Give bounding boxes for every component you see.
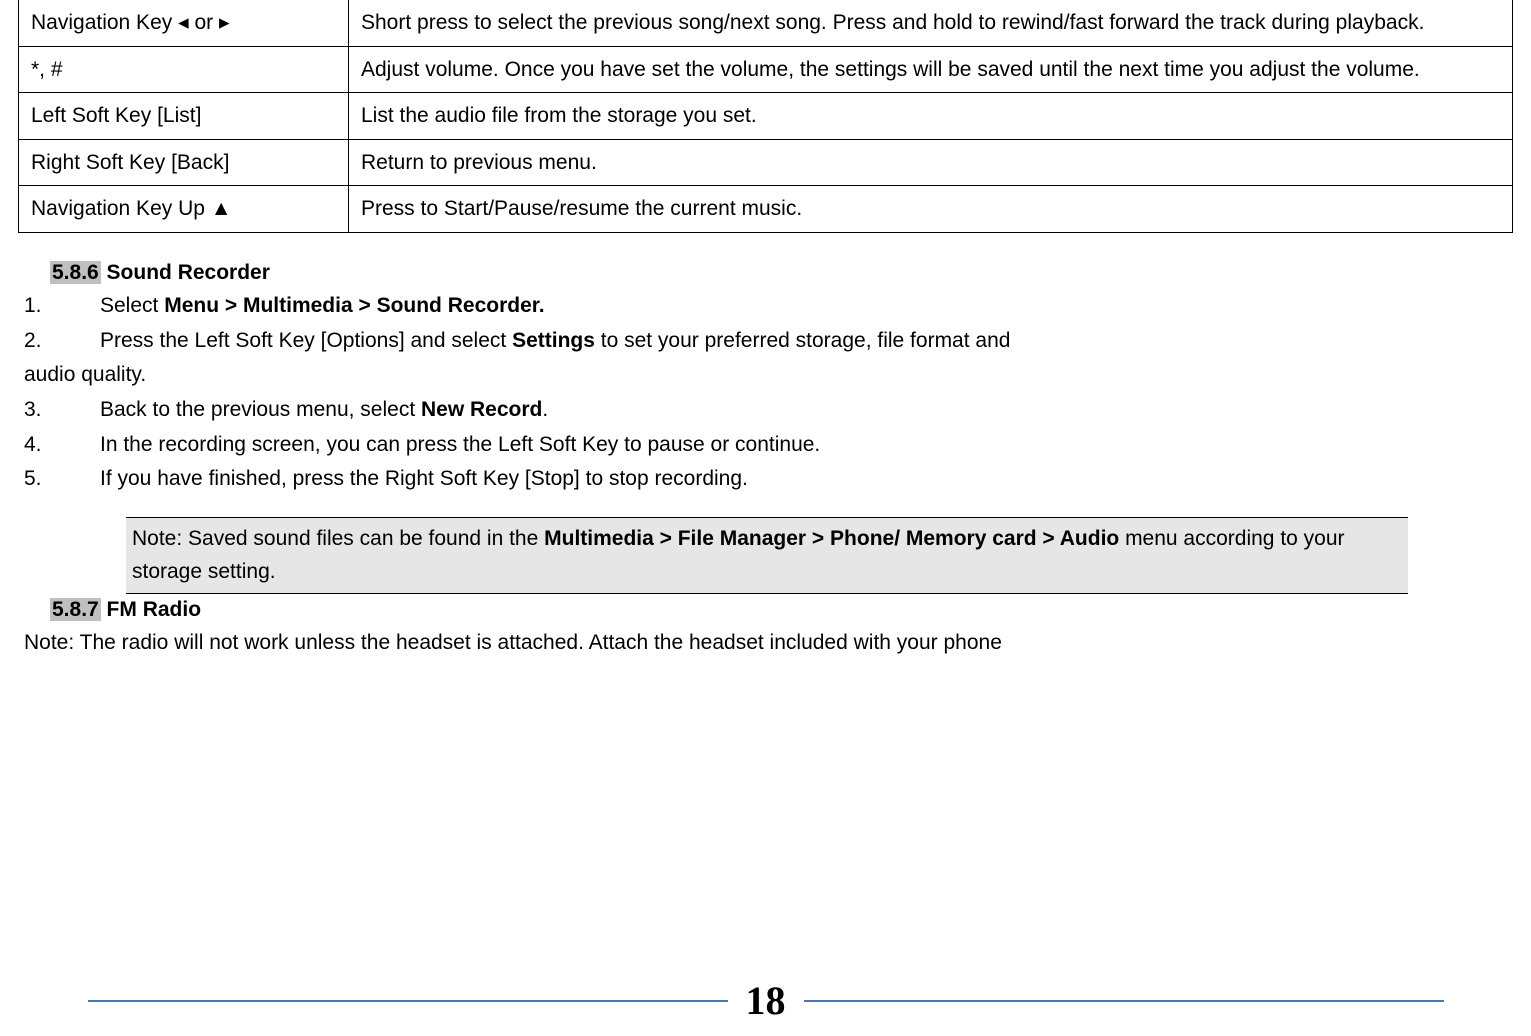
fm-radio-note: Note: The radio will not work unless the… <box>24 626 1513 661</box>
section-heading-sound-recorder: 5.8.6 Sound Recorder <box>50 261 1513 285</box>
step-number: 3. <box>18 393 100 428</box>
table-cell-key: Navigation Key ◂ or ▸ <box>19 0 349 46</box>
step-1: 1. Select Menu > Multimedia > Sound Reco… <box>18 289 1513 324</box>
step-number: 2. <box>18 324 100 359</box>
step-5: 5. If you have finished, press the Right… <box>18 462 1513 497</box>
section-number: 5.8.6 <box>50 261 101 284</box>
section-number: 5.8.7 <box>50 598 101 621</box>
step-4: 4. In the recording screen, you can pres… <box>18 428 1513 463</box>
step-content: Back to the previous menu, select New Re… <box>100 393 1513 428</box>
table-cell-desc: Adjust volume. Once you have set the vol… <box>349 46 1513 93</box>
section-title: Sound Recorder <box>101 261 270 284</box>
note-box: Note: Saved sound files can be found in … <box>126 517 1408 594</box>
table-cell-key: *, # <box>19 46 349 93</box>
table-cell-key: Right Soft Key [Back] <box>19 139 349 186</box>
step-content: If you have finished, press the Right So… <box>100 462 1513 497</box>
section-title: FM Radio <box>101 598 201 621</box>
table-row: *, # Adjust volume. Once you have set th… <box>19 46 1513 93</box>
text-bold: Settings <box>512 329 595 352</box>
note-text: Note: Saved sound files can be found in … <box>132 527 544 550</box>
text: Select <box>100 294 164 317</box>
step-content: In the recording screen, you can press t… <box>100 428 1513 463</box>
note-text-bold: Multimedia > File Manager > Phone/ Memor… <box>544 527 1119 550</box>
section-heading-fm-radio: 5.8.7 FM Radio <box>50 598 1513 622</box>
text: Press the Left Soft Key [Options] and se… <box>100 329 512 352</box>
table-row: Navigation Key ◂ or ▸ Short press to sel… <box>19 0 1513 46</box>
footer-rule-left <box>88 1000 728 1002</box>
text: Back to the previous menu, select <box>100 398 421 421</box>
table-cell-desc: Return to previous menu. <box>349 139 1513 186</box>
table-row: Right Soft Key [Back] Return to previous… <box>19 139 1513 186</box>
text: to set your preferred storage, file form… <box>595 329 1011 352</box>
footer-rule-right <box>804 1000 1444 1002</box>
step-2: 2. Press the Left Soft Key [Options] and… <box>18 324 1513 359</box>
page-footer: 18 <box>0 977 1531 1024</box>
table-cell-desc: Press to Start/Pause/resume the current … <box>349 186 1513 233</box>
step-content: Press the Left Soft Key [Options] and se… <box>100 324 1513 359</box>
step-content: Select Menu > Multimedia > Sound Recorde… <box>100 289 1513 324</box>
step-number: 1. <box>18 289 100 324</box>
key-functions-table: Navigation Key ◂ or ▸ Short press to sel… <box>18 0 1513 233</box>
table-cell-desc: Short press to select the previous song/… <box>349 0 1513 46</box>
table-row: Left Soft Key [List] List the audio file… <box>19 93 1513 140</box>
note-content: Note: Saved sound files can be found in … <box>126 517 1408 594</box>
table-cell-desc: List the audio file from the storage you… <box>349 93 1513 140</box>
step-number: 5. <box>18 462 100 497</box>
step-3: 3. Back to the previous menu, select New… <box>18 393 1513 428</box>
step-number: 4. <box>18 428 100 463</box>
table-cell-key: Left Soft Key [List] <box>19 93 349 140</box>
table-cell-key: Navigation Key Up ▲ <box>19 186 349 233</box>
text-bold: Menu > Multimedia > Sound Recorder. <box>164 294 544 317</box>
text: . <box>542 398 548 421</box>
text-bold: New Record <box>421 398 542 421</box>
page-number: 18 <box>746 977 786 1024</box>
table-row: Navigation Key Up ▲ Press to Start/Pause… <box>19 186 1513 233</box>
step-2-wrap: audio quality. <box>24 358 1513 393</box>
